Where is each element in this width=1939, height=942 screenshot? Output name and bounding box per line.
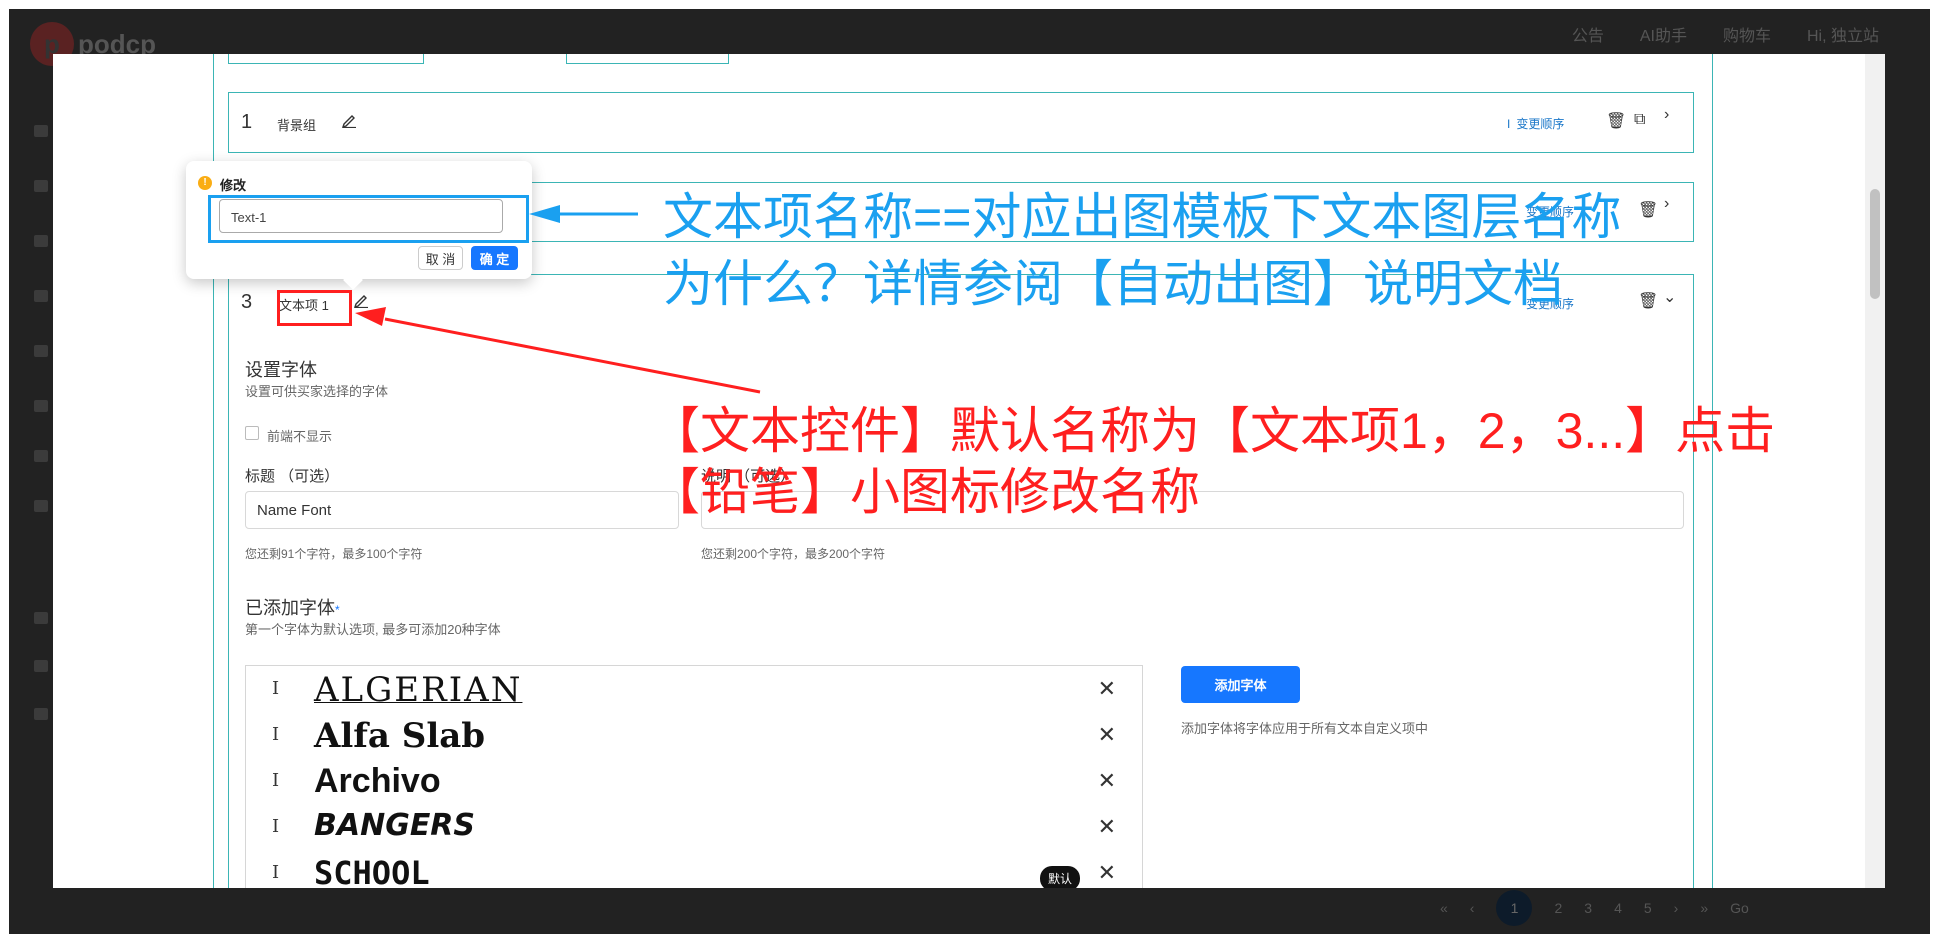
sidebar-icon: [34, 660, 48, 672]
title-field-label: 标题 （可选）: [245, 468, 340, 485]
add-font-button[interactable]: 添加字体: [1181, 666, 1300, 703]
pagination: « ‹ 1 2 3 4 5 › » Go: [1440, 890, 1749, 926]
top-nav: 公告 AI助手 购物车 Hi, 独立站: [1572, 22, 1879, 46]
nav-cart[interactable]: 购物车: [1723, 22, 1771, 46]
pencil-icon[interactable]: [341, 112, 357, 128]
drag-handle-icon[interactable]: I: [272, 724, 279, 745]
scrollbar[interactable]: [1865, 54, 1885, 888]
drag-handle-icon[interactable]: I: [272, 862, 279, 883]
font-section-subtitle: 设置可供买家选择的字体: [245, 384, 389, 399]
remove-font-icon[interactable]: ✕: [1098, 768, 1116, 794]
hide-frontend-checkbox[interactable]: [245, 426, 259, 440]
font-item[interactable]: I ALGERIAN ✕: [246, 666, 1142, 712]
pager-go[interactable]: Go: [1730, 900, 1749, 916]
font-item[interactable]: I SCHOOL 默认 ✕: [246, 850, 1142, 888]
remove-font-icon[interactable]: ✕: [1098, 676, 1116, 702]
added-fonts-title: 已添加字体*: [245, 598, 340, 618]
sidebar-icon: [34, 450, 48, 462]
text-cursor-icon: I: [1507, 116, 1511, 131]
copy-icon[interactable]: ⧉: [1634, 111, 1645, 129]
default-badge: 默认: [1039, 866, 1080, 888]
pager-page[interactable]: 3: [1584, 900, 1592, 916]
font-name: BANGERS: [314, 808, 476, 843]
row-number: 3: [241, 291, 253, 313]
font-name: Alfa Slab: [314, 716, 486, 756]
sidebar-icon: [34, 500, 48, 512]
drag-handle-icon[interactable]: I: [272, 678, 279, 699]
title-char-hint: 您还剩91个字符，最多100个字符: [245, 547, 423, 561]
font-item[interactable]: I Archivo ✕: [246, 758, 1142, 804]
remove-font-icon[interactable]: ✕: [1098, 722, 1116, 748]
font-item[interactable]: I BANGERS ✕: [246, 804, 1142, 850]
layer-row-background[interactable]: 1 背景组 I 变更顺序 🗑 ⧉ ›: [228, 92, 1694, 153]
font-list: I ALGERIAN ✕ I Alfa Slab ✕ I Archivo ✕ I…: [245, 665, 1143, 888]
sidebar-icon: [34, 400, 48, 412]
chevron-right-icon[interactable]: ›: [1664, 195, 1669, 213]
warning-icon: !: [198, 176, 212, 190]
pager-page[interactable]: 5: [1644, 900, 1652, 916]
nav-ai-assistant[interactable]: AI助手: [1640, 22, 1687, 46]
drag-handle-icon[interactable]: I: [272, 770, 279, 791]
pager-next[interactable]: ›: [1674, 900, 1679, 916]
pager-current-page[interactable]: 1: [1496, 890, 1533, 926]
pencil-icon[interactable]: [353, 292, 369, 308]
pager-last[interactable]: »: [1700, 900, 1708, 916]
tab-stub: [228, 54, 424, 64]
pager-page[interactable]: 4: [1614, 900, 1622, 916]
chevron-right-icon[interactable]: ›: [1664, 106, 1669, 124]
trash-icon[interactable]: 🗑: [1638, 200, 1658, 220]
trash-icon[interactable]: 🗑: [1638, 291, 1658, 311]
remove-font-icon[interactable]: ✕: [1098, 860, 1116, 886]
add-font-hint: 添加字体将字体应用于所有文本自定义项中: [1181, 721, 1429, 736]
title-input[interactable]: Name Font: [245, 491, 679, 529]
confirm-button[interactable]: 确 定: [471, 246, 518, 270]
annotation-red-line-2: 【铅笔】小图标修改名称: [650, 464, 1200, 520]
sidebar-icon: [34, 235, 48, 247]
backdrop-right: [1885, 54, 1930, 934]
tab-stub: [566, 54, 729, 64]
scrollbar-thumb[interactable]: [1870, 189, 1880, 299]
sidebar-icon: [34, 125, 48, 137]
popover-title: 修改: [220, 178, 247, 193]
font-name: SCHOOL: [314, 854, 430, 888]
font-item[interactable]: I Alfa Slab ✕: [246, 712, 1142, 758]
cancel-button[interactable]: 取 消: [418, 246, 463, 270]
font-name: ALGERIAN: [314, 670, 523, 710]
sidebar-icon: [34, 612, 48, 624]
annotation-blue-line-2: 为什么？详情参阅【自动出图】说明文档: [663, 256, 1563, 312]
red-highlight-box: [277, 290, 352, 326]
font-section-title: 设置字体: [245, 360, 317, 380]
remove-font-icon[interactable]: ✕: [1098, 814, 1116, 840]
added-fonts-subtitle: 第一个字体为默认选项, 最多可添加20种字体: [245, 622, 501, 637]
row-number: 1: [241, 111, 253, 133]
hide-frontend-label: 前端不显示: [267, 429, 333, 444]
row-name: 背景组: [277, 118, 317, 133]
drag-handle-icon[interactable]: I: [272, 816, 279, 837]
font-name: Archivo: [314, 762, 441, 800]
sidebar-icon: [34, 708, 48, 720]
pager-prev[interactable]: ‹: [1470, 900, 1475, 916]
trash-icon[interactable]: 🗑: [1606, 111, 1626, 131]
pager-page[interactable]: 2: [1554, 900, 1562, 916]
change-order-label: 变更顺序: [1516, 117, 1565, 131]
annotation-blue-line-1: 文本项名称==对应出图模板下文本图层名称: [663, 189, 1622, 245]
change-order-button[interactable]: I 变更顺序: [1507, 115, 1564, 132]
sidebar-icon: [34, 180, 48, 192]
nav-user[interactable]: Hi, 独立站: [1807, 22, 1879, 46]
sidebar-icon: [34, 345, 48, 357]
chevron-down-icon[interactable]: ⌄: [1663, 287, 1676, 307]
pager-first[interactable]: «: [1440, 900, 1448, 916]
sidebar-icon: [34, 290, 48, 302]
nav-announcement[interactable]: 公告: [1572, 22, 1604, 46]
desc-char-hint: 您还剩200个字符，最多200个字符: [701, 547, 886, 561]
blue-highlight-box: [208, 195, 529, 243]
annotation-red-line-1: 【文本控件】默认名称为【文本项1，2，3...】点击: [650, 403, 1776, 459]
